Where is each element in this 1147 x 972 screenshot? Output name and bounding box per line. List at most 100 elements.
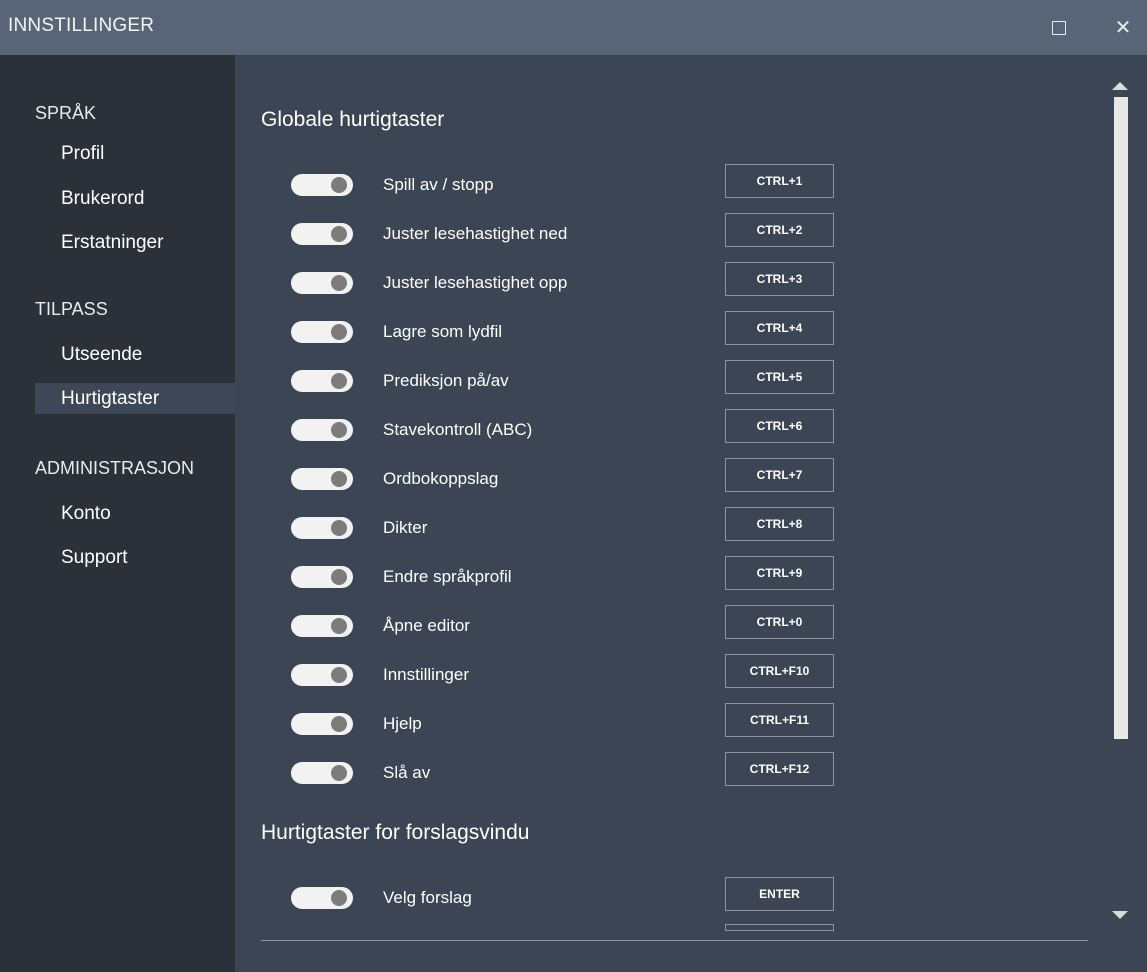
shortcut-label: Velg forslag (383, 888, 472, 907)
toggle-knob (331, 520, 347, 536)
shortcut-label: Innstillinger (383, 665, 469, 684)
sidebar-item-label: Utseende (61, 343, 143, 365)
toggle-knob (331, 324, 347, 340)
shortcut-label: Ordbokoppslag (383, 469, 499, 488)
shortcut-row-language-profile: Endre språkprofil CTRL+9 (235, 556, 885, 596)
shortcut-key-button[interactable]: CTRL+8 (725, 507, 834, 541)
toggle-switch[interactable] (291, 615, 353, 637)
close-icon: ✕ (1114, 16, 1132, 39)
toggle-knob (331, 569, 347, 585)
shortcut-key-button[interactable]: CTRL+2 (725, 213, 834, 247)
toggle-switch[interactable] (291, 762, 353, 784)
section-tilpass: TILPASS (35, 299, 108, 319)
shortcut-key-button[interactable]: CTRL+9 (725, 556, 834, 590)
sidebar-item-label: Hurtigtaster (61, 387, 160, 409)
settings-window: INNSTILLINGER ✕ SPRÅK Profil Brukerord E… (0, 0, 1147, 972)
sidebar-item-brukerord[interactable]: Brukerord (35, 183, 235, 214)
toggle-knob (331, 890, 347, 906)
toggle-knob (331, 716, 347, 732)
shortcut-row-dictionary: Ordbokoppslag CTRL+7 (235, 458, 885, 498)
shortcut-row-dictate: Dikter CTRL+8 (235, 507, 885, 547)
shortcut-key-button[interactable]: CTRL+4 (725, 311, 834, 345)
shortcut-settings-panel: Globale hurtigtaster Spill av / stopp CT… (235, 55, 1147, 972)
shortcut-row-select-suggestion: Velg forslag ENTER (235, 877, 885, 917)
toggle-knob (331, 618, 347, 634)
maximize-button[interactable] (1036, 0, 1082, 55)
toggle-knob (331, 275, 347, 291)
shortcut-label: Endre språkprofil (383, 567, 512, 586)
sidebar-item-label: Konto (61, 502, 111, 524)
sidebar-item-hurtigtaster[interactable]: Hurtigtaster (35, 383, 235, 414)
shortcut-key-button[interactable]: CTRL+6 (725, 409, 834, 443)
section-administrasjon: ADMINISTRASJON (35, 458, 195, 478)
shortcut-label: Hjelp (383, 714, 422, 733)
sidebar-item-label: Erstatninger (61, 231, 164, 253)
toggle-knob (331, 667, 347, 683)
shortcut-row-play-stop: Spill av / stopp CTRL+1 (235, 164, 885, 204)
section-sprak: SPRÅK (35, 103, 97, 123)
shortcut-row-help: Hjelp CTRL+F11 (235, 703, 885, 743)
shortcut-row-save-audio: Lagre som lydfil CTRL+4 (235, 311, 885, 351)
shortcut-label: Juster lesehastighet ned (383, 224, 568, 243)
toggle-switch[interactable] (291, 223, 353, 245)
toggle-switch[interactable] (291, 887, 353, 909)
toggle-switch[interactable] (291, 272, 353, 294)
shortcut-label: Lagre som lydfil (383, 322, 503, 341)
toggle-switch[interactable] (291, 566, 353, 588)
toggle-switch[interactable] (291, 517, 353, 539)
shortcut-row-prediction: Prediksjon på/av CTRL+5 (235, 360, 885, 400)
close-button[interactable]: ✕ (1100, 0, 1146, 55)
sidebar-item-support[interactable]: Support (35, 542, 235, 573)
sidebar-item-label: Support (61, 546, 128, 568)
scroll-down-arrow-icon[interactable] (1112, 911, 1128, 919)
window-title: INNSTILLINGER (8, 15, 155, 36)
shortcut-row-open-editor: Åpne editor CTRL+0 (235, 605, 885, 645)
shortcut-label: Dikter (383, 518, 428, 537)
sidebar-item-label: Profil (61, 142, 105, 164)
toggle-switch[interactable] (291, 370, 353, 392)
toggle-switch[interactable] (291, 713, 353, 735)
toggle-knob (331, 422, 347, 438)
shortcut-row-turn-off: Slå av CTRL+F12 (235, 752, 885, 792)
shortcut-label: Stavekontroll (ABC) (383, 420, 533, 439)
shortcut-row-speed-up: Juster lesehastighet opp CTRL+3 (235, 262, 885, 302)
scrollbar-thumb[interactable] (1114, 97, 1128, 739)
content-divider (261, 940, 1088, 941)
settings-sidebar: SPRÅK Profil Brukerord Erstatninger TILP… (0, 55, 235, 972)
shortcut-key-button[interactable]: CTRL+1 (725, 164, 834, 198)
toggle-knob (331, 471, 347, 487)
sidebar-item-erstatninger[interactable]: Erstatninger (35, 227, 235, 258)
shortcut-row-settings: Innstillinger CTRL+F10 (235, 654, 885, 694)
toggle-switch[interactable] (291, 664, 353, 686)
global-shortcuts-heading: Globale hurtigtaster (261, 108, 445, 131)
partial-key-button (725, 924, 834, 931)
toggle-switch[interactable] (291, 174, 353, 196)
shortcut-key-button[interactable]: ENTER (725, 877, 834, 911)
toggle-switch[interactable] (291, 321, 353, 343)
shortcut-label: Slå av (383, 763, 431, 782)
shortcut-label: Åpne editor (383, 616, 470, 635)
sidebar-item-profil[interactable]: Profil (35, 138, 235, 169)
shortcut-key-button[interactable]: CTRL+5 (725, 360, 834, 394)
scroll-up-arrow-icon[interactable] (1112, 82, 1128, 90)
shortcut-key-button[interactable]: CTRL+0 (725, 605, 834, 639)
sidebar-item-label: Brukerord (61, 187, 145, 209)
toggle-switch[interactable] (291, 468, 353, 490)
shortcut-key-button[interactable]: CTRL+F10 (725, 654, 834, 688)
sidebar-item-utseende[interactable]: Utseende (35, 339, 235, 370)
sidebar-item-konto[interactable]: Konto (35, 498, 235, 529)
shortcut-row-speed-down: Juster lesehastighet ned CTRL+2 (235, 213, 885, 253)
shortcut-label: Prediksjon på/av (383, 371, 509, 390)
shortcut-key-button[interactable]: CTRL+3 (725, 262, 834, 296)
shortcut-label: Juster lesehastighet opp (383, 273, 568, 292)
shortcut-key-button[interactable]: CTRL+7 (725, 458, 834, 492)
toggle-knob (331, 373, 347, 389)
shortcut-key-button[interactable]: CTRL+F12 (725, 752, 834, 786)
toggle-switch[interactable] (291, 419, 353, 441)
maximize-icon (1052, 20, 1066, 35)
shortcut-label: Spill av / stopp (383, 175, 494, 194)
toggle-knob (331, 226, 347, 242)
toggle-knob (331, 177, 347, 193)
toggle-knob (331, 765, 347, 781)
shortcut-key-button[interactable]: CTRL+F11 (725, 703, 834, 737)
